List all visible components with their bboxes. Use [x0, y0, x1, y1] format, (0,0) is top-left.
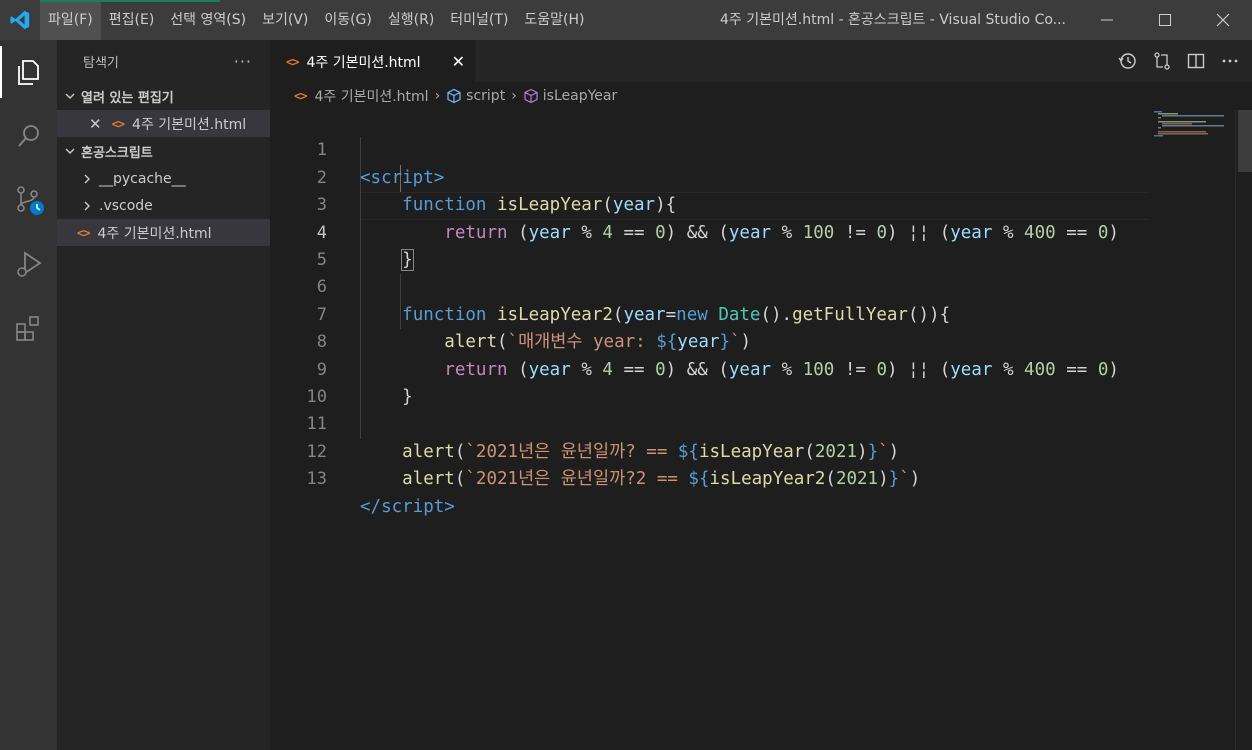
source-control-icon — [16, 186, 44, 215]
code-line: 10 — [270, 357, 1235, 407]
breadcrumb-scope-script[interactable]: script — [466, 88, 505, 104]
window-title: 4주 기본미션.html - 혼공스크립트 - Visual Studio Co… — [720, 12, 1067, 28]
maximize-icon — [1159, 14, 1171, 26]
run-debug-icon — [16, 251, 42, 277]
code-text: </script> — [360, 496, 455, 517]
code-line: 11 alert(`2021년은 윤년일까? == ${isLeapYear(2… — [270, 384, 1235, 461]
chevron-down-icon — [61, 142, 79, 160]
explorer-icon — [17, 60, 39, 85]
code-line: 7 alert(`매개변수 year: ${year}`) — [270, 274, 1235, 352]
minimize-button[interactable] — [1078, 0, 1136, 40]
code-line: 12 alert(`2021년은 윤년일까?2 == ${isLeapYear2… — [270, 411, 1235, 489]
tree-folder-vscode[interactable]: .vscode — [57, 192, 270, 219]
activity-run-debug[interactable] — [0, 232, 57, 296]
editor-tab-bar: <> 4주 기본미션.html ✕ — [270, 40, 1252, 82]
tab-label: 4주 기본미션.html — [306, 54, 421, 71]
chevron-right-icon — [81, 173, 99, 185]
menu-bar: 파일(F) 편집(E) 선택 영역(S) 보기(V) 이동(G) 실행(R) 터… — [40, 0, 593, 40]
minimap[interactable] — [1152, 110, 1235, 150]
tab-active-file[interactable]: <> 4주 기본미션.html ✕ — [270, 40, 475, 82]
menu-terminal[interactable]: 터미널(T) — [442, 0, 516, 40]
code-line: 1 <script> — [270, 110, 1235, 187]
line-number: 13 — [306, 469, 327, 490]
window-accent-strip — [40, 0, 220, 2]
search-icon — [17, 125, 39, 147]
breadcrumb: <> 4주 기본미션.html › script › isLeapYear — [270, 82, 1252, 110]
activity-source-control[interactable] — [0, 168, 57, 232]
menu-edit[interactable]: 편집(E) — [101, 0, 163, 40]
code-line: 9 } — [270, 329, 1235, 407]
code-line: 2 function isLeapYear(year){ — [270, 137, 1235, 215]
more-actions-button[interactable]: ··· — [234, 52, 252, 71]
cube-icon — [446, 88, 462, 104]
maximize-button[interactable] — [1136, 0, 1194, 40]
window-controls — [1078, 0, 1252, 40]
minimize-icon — [1101, 19, 1113, 21]
html-file-icon: <> — [286, 54, 299, 69]
sidebar-header: 탐색기 ··· — [57, 40, 270, 82]
activity-extensions[interactable] — [0, 296, 57, 360]
file-name: 4주 기본미션.html — [132, 116, 247, 133]
chevron-down-icon — [61, 87, 79, 105]
more-actions-icon[interactable] — [1218, 49, 1242, 73]
html-file-icon: <> — [294, 89, 307, 103]
editor-actions — [1116, 40, 1252, 82]
section-open-editors[interactable]: 열려 있는 편집기 — [57, 82, 270, 110]
menu-view[interactable]: 보기(V) — [254, 0, 316, 40]
vscode-logo-icon — [0, 0, 40, 40]
code-line: 6 function isLeapYear2(year=new Date().g… — [270, 247, 1235, 324]
scrollbar-thumb[interactable] — [1238, 110, 1252, 172]
code-line: 8 return (year % 4 == 0) && (year % 100 … — [270, 302, 1235, 379]
chevron-right-icon — [81, 200, 99, 212]
section-label: 혼공스크립트 — [81, 145, 153, 161]
open-editor-item[interactable]: ✕ <> 4주 기본미션.html — [57, 110, 270, 137]
activity-bar — [0, 40, 57, 750]
code-line: 3 return (year % 4 == 0) && (year % 100 … — [270, 165, 1235, 242]
code-line: 13 </script> — [270, 439, 1235, 516]
sidebar-title: 탐색기 — [83, 55, 119, 71]
activity-explorer[interactable] — [0, 40, 57, 104]
tree-file-html[interactable]: <> 4주 기본미션.html — [57, 219, 270, 246]
code-line: 4 } — [270, 192, 1235, 271]
tree-folder-pycache[interactable]: __pycache__ — [57, 165, 270, 192]
close-icon[interactable]: ✕ — [89, 115, 102, 133]
section-project[interactable]: 혼공스크립트 — [57, 137, 270, 165]
title-bar: 파일(F) 편집(E) 선택 영역(S) 보기(V) 이동(G) 실행(R) 터… — [0, 0, 1252, 40]
method-icon — [523, 88, 539, 104]
menu-file[interactable]: 파일(F) — [40, 0, 101, 40]
folder-name: __pycache__ — [99, 170, 186, 187]
breadcrumb-scope-function[interactable]: isLeapYear — [543, 88, 617, 104]
file-name: 4주 기본미션.html — [97, 225, 212, 242]
folder-name: .vscode — [99, 197, 153, 214]
code-editor[interactable]: 1 <script> 2 function isLeapYear(year){ … — [270, 110, 1235, 750]
menu-go[interactable]: 이동(G) — [316, 0, 380, 40]
breadcrumb-file[interactable]: 4주 기본미션.html — [314, 86, 428, 106]
vertical-scrollbar[interactable] — [1235, 110, 1252, 750]
chevron-right-icon: › — [434, 88, 441, 104]
extensions-icon — [15, 316, 39, 341]
menu-run[interactable]: 실행(R) — [380, 0, 442, 40]
close-icon — [1216, 13, 1230, 27]
activity-search[interactable] — [0, 104, 57, 168]
tab-close-button[interactable]: ✕ — [452, 52, 465, 71]
html-file-icon: <> — [111, 116, 125, 131]
open-changes-icon[interactable] — [1150, 49, 1174, 73]
menu-selection[interactable]: 선택 영역(S) — [162, 0, 254, 40]
code-line: 5 — [270, 220, 1235, 270]
timeline-history-icon[interactable] — [1116, 49, 1140, 73]
explorer-sidebar: 탐색기 ··· 열려 있는 편집기 ✕ <> 4주 기본미션.html 혼공스크… — [57, 40, 270, 750]
section-label: 열려 있는 편집기 — [81, 90, 174, 106]
close-window-button[interactable] — [1194, 0, 1252, 40]
code-text: alert(`2021년은 윤년일까?2 == ${isLeapYear2(20… — [402, 469, 921, 490]
menu-help[interactable]: 도움말(H) — [516, 0, 592, 40]
html-file-icon: <> — [77, 225, 90, 240]
chevron-right-icon: › — [511, 88, 517, 104]
split-editor-icon[interactable] — [1184, 49, 1208, 73]
